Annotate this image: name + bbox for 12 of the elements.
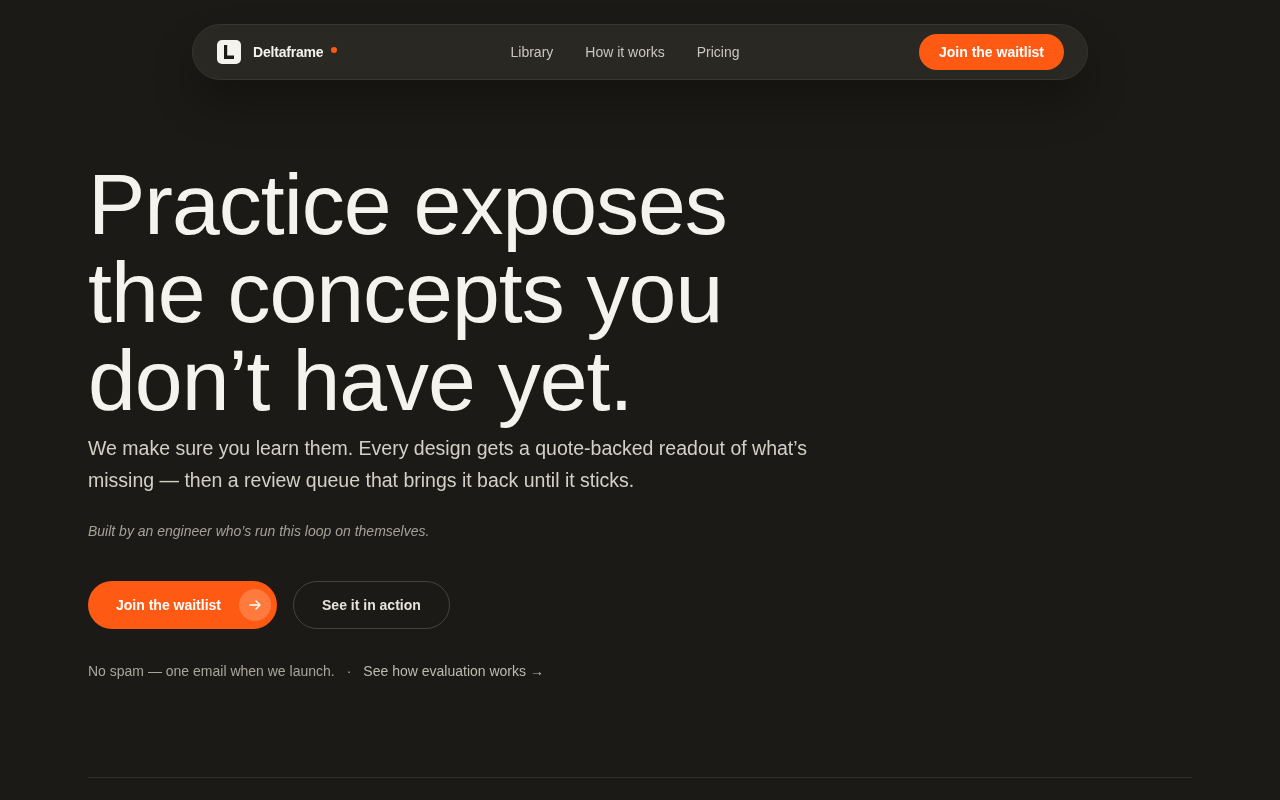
separator-dot: · [346,662,352,681]
nav-link[interactable]: How it works [585,41,665,63]
no-spam-note: No spam — one email when we launch. [88,662,335,681]
hero-description: We make sure you learn them. Every design gets a quote-backed readout of what’s missing — then a review queue that brings it back until it sticks. [88,436,808,493]
nav-link[interactable]: Library [510,41,554,63]
arrow-right-icon [239,589,271,621]
nav-link[interactable]: Pricing [696,41,740,63]
brand-name[interactable]: Deltaframe [253,41,324,63]
evaluation-link[interactable]: See how evaluation works → [363,661,544,681]
author-note: Built by an engineer who’s run this loop on themselves. [88,522,431,541]
logo-icon[interactable] [217,40,241,64]
dot-icon [331,47,338,53]
